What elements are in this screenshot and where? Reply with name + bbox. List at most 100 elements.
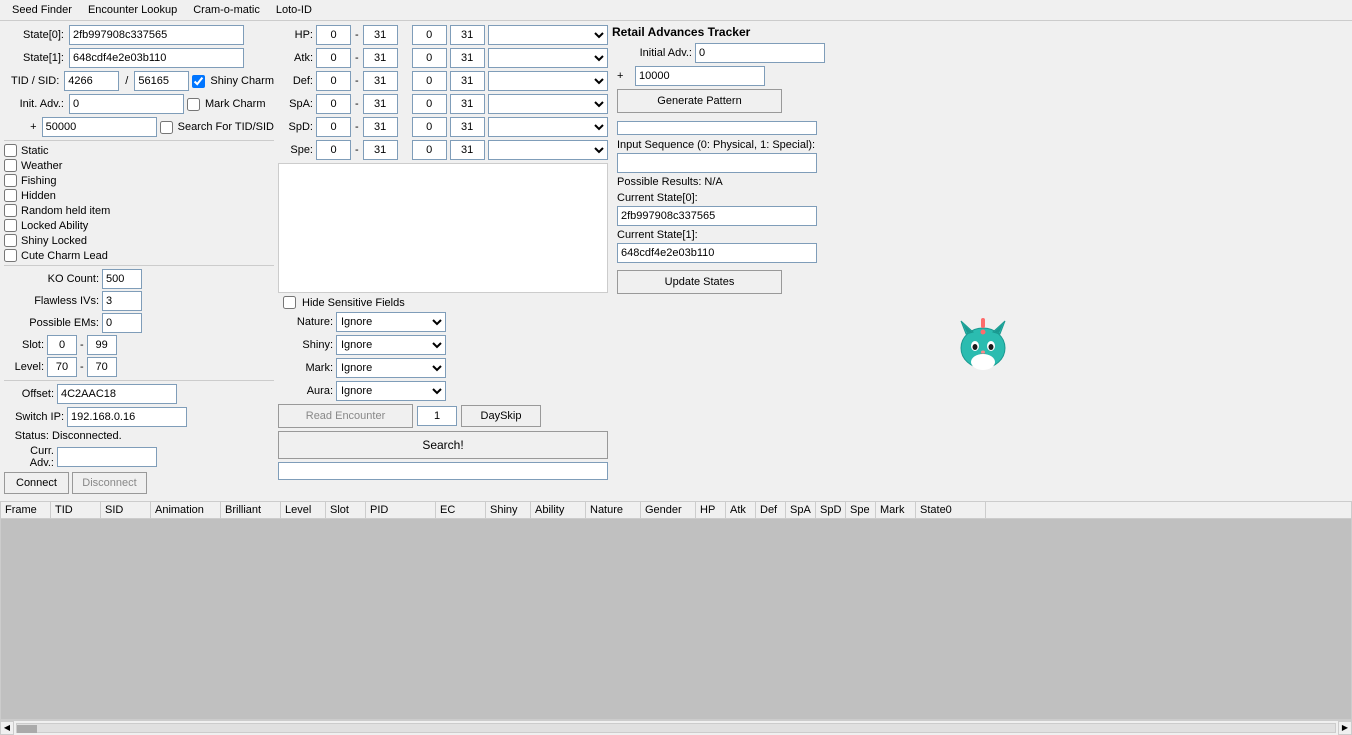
initial-adv-input[interactable] bbox=[695, 43, 825, 63]
iv-range-min-3[interactable] bbox=[412, 94, 447, 114]
possible-ems-row: Possible EMs: bbox=[4, 313, 274, 333]
possible-ems-input[interactable] bbox=[102, 313, 142, 333]
shiny-charm-checkbox[interactable] bbox=[192, 75, 205, 88]
iv-dropdown-3[interactable] bbox=[488, 94, 608, 114]
locked-ability-checkbox[interactable] bbox=[4, 219, 17, 232]
state1-input[interactable] bbox=[69, 48, 244, 68]
read-encounter-button[interactable]: Read Encounter bbox=[278, 404, 413, 428]
th-animation: Animation bbox=[151, 502, 221, 518]
level-row: Level: - bbox=[4, 357, 274, 377]
slot-max-input[interactable] bbox=[87, 335, 117, 355]
iv-max-1[interactable] bbox=[363, 48, 398, 68]
iv-min-2[interactable] bbox=[316, 71, 351, 91]
input-seq-label: Input Sequence (0: Physical, 1: Special)… bbox=[617, 139, 1348, 151]
iv-range-min-5[interactable] bbox=[412, 140, 447, 160]
fishing-checkbox[interactable] bbox=[4, 174, 17, 187]
locked-ability-label: Locked Ability bbox=[21, 220, 88, 232]
iv-min-5[interactable] bbox=[316, 140, 351, 160]
sid-input[interactable] bbox=[134, 71, 189, 91]
iv-max-0[interactable] bbox=[363, 25, 398, 45]
disconnect-button[interactable]: Disconnect bbox=[72, 472, 147, 494]
scroll-right-arrow[interactable]: ▶ bbox=[1338, 721, 1352, 735]
iv-dropdown-0[interactable] bbox=[488, 25, 608, 45]
dayskip-num-input[interactable] bbox=[417, 406, 457, 426]
iv-row-5: Spe: - bbox=[278, 140, 608, 160]
switchip-input[interactable] bbox=[67, 407, 187, 427]
scroll-thumb[interactable] bbox=[17, 725, 37, 733]
shiny-locked-checkbox[interactable] bbox=[4, 234, 17, 247]
initadv-input[interactable] bbox=[69, 94, 184, 114]
weather-checkbox[interactable] bbox=[4, 159, 17, 172]
iv-range-max-1[interactable] bbox=[450, 48, 485, 68]
retail-plus-input[interactable] bbox=[635, 66, 765, 86]
iv-dropdown-2[interactable] bbox=[488, 71, 608, 91]
mark-select[interactable]: IgnoreAny bbox=[336, 358, 446, 378]
hide-sensitive-checkbox[interactable] bbox=[283, 296, 296, 309]
iv-min-0[interactable] bbox=[316, 25, 351, 45]
gen-pattern-button[interactable]: Generate Pattern bbox=[617, 89, 782, 113]
nav-cram-o-matic[interactable]: Cram-o-matic bbox=[185, 2, 268, 18]
iv-range-max-0[interactable] bbox=[450, 25, 485, 45]
iv-min-4[interactable] bbox=[316, 117, 351, 137]
state1-row: State[1]: bbox=[4, 48, 274, 68]
offset-input[interactable] bbox=[57, 384, 177, 404]
iv-dropdown-5[interactable] bbox=[488, 140, 608, 160]
cute-charm-checkbox[interactable] bbox=[4, 249, 17, 262]
iv-max-5[interactable] bbox=[363, 140, 398, 160]
update-states-button[interactable]: Update States bbox=[617, 270, 782, 294]
iv-row-3: SpA: - bbox=[278, 94, 608, 114]
connect-row: Connect Disconnect bbox=[4, 472, 274, 494]
table-container: FrameTIDSIDAnimationBrilliantLevelSlotPI… bbox=[0, 501, 1352, 720]
nav-encounter-lookup[interactable]: Encounter Lookup bbox=[80, 2, 185, 18]
level-label: Level: bbox=[9, 361, 44, 373]
tid-input[interactable] bbox=[64, 71, 119, 91]
slot-min-input[interactable] bbox=[47, 335, 77, 355]
input-seq-input[interactable] bbox=[617, 153, 817, 173]
iv-dropdown-1[interactable] bbox=[488, 48, 608, 68]
current-state1-input[interactable] bbox=[617, 243, 817, 263]
iv-range-max-3[interactable] bbox=[450, 94, 485, 114]
iv-range-min-1[interactable] bbox=[412, 48, 447, 68]
search-tid-checkbox[interactable] bbox=[160, 121, 173, 134]
nature-select[interactable]: IgnoreAdamantBraveBold bbox=[336, 312, 446, 332]
iv-min-1[interactable] bbox=[316, 48, 351, 68]
connect-button[interactable]: Connect bbox=[4, 472, 69, 494]
iv-range-max-5[interactable] bbox=[450, 140, 485, 160]
dayskip-button[interactable]: DaySkip bbox=[461, 405, 541, 427]
state0-input[interactable] bbox=[69, 25, 244, 45]
update-states-area: Update States bbox=[617, 270, 1348, 298]
flawless-ivs-input[interactable] bbox=[102, 291, 142, 311]
iv-dropdown-4[interactable] bbox=[488, 117, 608, 137]
iv-min-3[interactable] bbox=[316, 94, 351, 114]
iv-max-2[interactable] bbox=[363, 71, 398, 91]
random-held-checkbox[interactable] bbox=[4, 204, 17, 217]
level-min-input[interactable] bbox=[47, 357, 77, 377]
ko-count-input[interactable] bbox=[102, 269, 142, 289]
current-state0-input[interactable] bbox=[617, 206, 817, 226]
iv-range-min-2[interactable] bbox=[412, 71, 447, 91]
iv-range-max-4[interactable] bbox=[450, 117, 485, 137]
plusadv-input[interactable] bbox=[42, 117, 157, 137]
aura-select[interactable]: IgnoreAny bbox=[336, 381, 446, 401]
nav-seed-finder[interactable]: Seed Finder bbox=[4, 2, 80, 18]
iv-row-0: HP: - bbox=[278, 25, 608, 45]
iv-row-4: SpD: - bbox=[278, 117, 608, 137]
level-max-input[interactable] bbox=[87, 357, 117, 377]
shiny-select[interactable]: IgnoreAnyShinyNon-Shiny bbox=[336, 335, 446, 355]
iv-label-4: SpD: bbox=[278, 121, 313, 133]
iv-max-3[interactable] bbox=[363, 94, 398, 114]
mark-charm-checkbox[interactable] bbox=[187, 98, 200, 111]
iv-max-4[interactable] bbox=[363, 117, 398, 137]
iv-range-min-4[interactable] bbox=[412, 117, 447, 137]
hidden-checkbox[interactable] bbox=[4, 189, 17, 202]
static-checkbox[interactable] bbox=[4, 144, 17, 157]
slot-row: Slot: - bbox=[4, 335, 274, 355]
th-nature: Nature bbox=[586, 502, 641, 518]
nav-loto-id[interactable]: Loto-ID bbox=[268, 2, 320, 18]
iv-range-min-0[interactable] bbox=[412, 25, 447, 45]
shiny-filter-row: Shiny: IgnoreAnyShinyNon-Shiny bbox=[278, 335, 608, 355]
search-button[interactable]: Search! bbox=[278, 431, 608, 459]
iv-range-max-2[interactable] bbox=[450, 71, 485, 91]
curradv-input[interactable] bbox=[57, 447, 157, 467]
scroll-left-arrow[interactable]: ◀ bbox=[0, 721, 14, 735]
